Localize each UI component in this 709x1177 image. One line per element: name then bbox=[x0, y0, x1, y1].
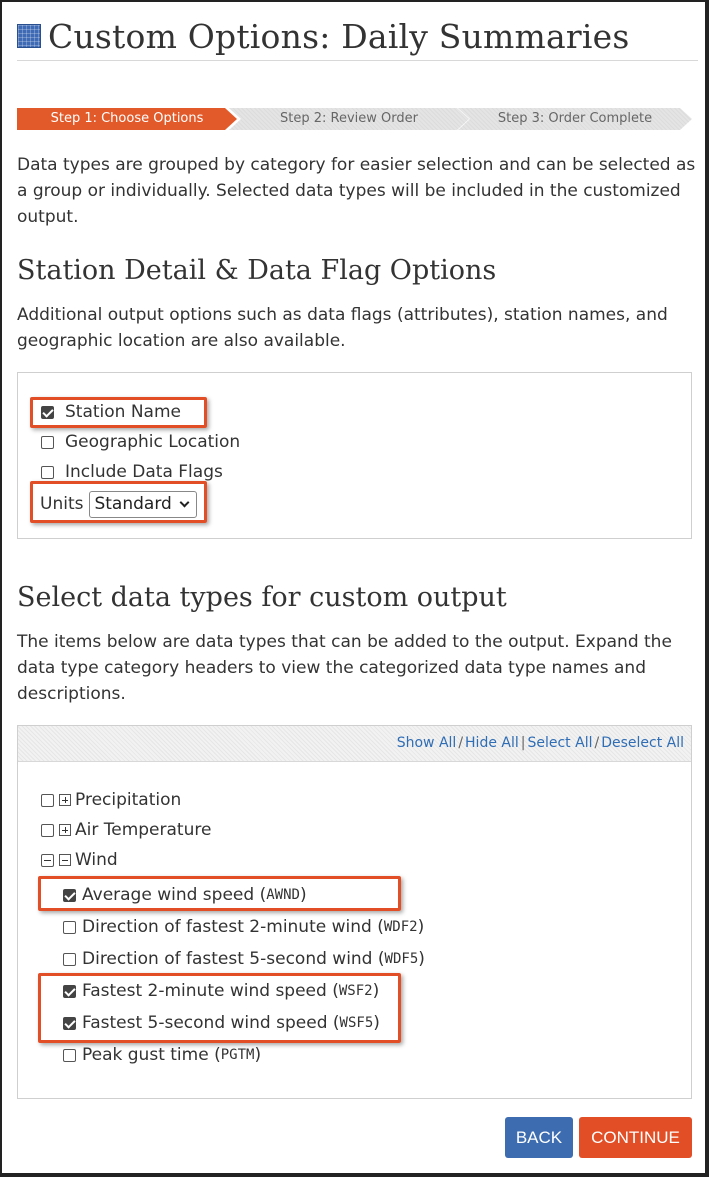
datatype-awnd[interactable]: Average wind speed (AWND) bbox=[63, 884, 307, 906]
datatype-code: WDF2 bbox=[383, 919, 418, 935]
category-label: Air Temperature bbox=[75, 820, 212, 840]
include-data-flags-option[interactable]: Include Data Flags bbox=[41, 461, 223, 483]
page-title: Custom Options: Daily Summaries bbox=[48, 16, 630, 56]
expand-plus-icon[interactable] bbox=[59, 824, 71, 836]
datatype-label: Direction of fastest 5-second wind bbox=[82, 949, 373, 969]
category-air-temperature[interactable]: Air Temperature bbox=[41, 819, 211, 841]
datatype-label: Peak gust time bbox=[82, 1045, 209, 1065]
step-choose-options: Step 1: Choose Options bbox=[17, 108, 237, 130]
include-data-flags-checkbox[interactable] bbox=[41, 465, 54, 479]
continue-button[interactable]: CONTINUE bbox=[579, 1117, 692, 1158]
datatype-label: Fastest 2-minute wind speed bbox=[82, 981, 327, 1001]
datatype-checkbox[interactable] bbox=[63, 1016, 76, 1030]
separator: / bbox=[458, 735, 464, 751]
station-name-checkbox[interactable] bbox=[41, 405, 54, 419]
grid-icon bbox=[17, 24, 41, 48]
deselect-all-link[interactable]: Deselect All bbox=[601, 735, 684, 751]
datatype-code: AWND bbox=[266, 887, 300, 903]
option-label: Include Data Flags bbox=[65, 462, 223, 482]
select-all-link[interactable]: Select All bbox=[527, 735, 592, 751]
option-label: Geographic Location bbox=[65, 432, 241, 452]
datatypes-section-description: The items below are data types that can … bbox=[17, 632, 672, 704]
intro-text: Data types are grouped by category for e… bbox=[17, 155, 696, 227]
step-review-order: Step 2: Review Order bbox=[229, 108, 469, 130]
page-title-row: Custom Options: Daily Summaries bbox=[17, 14, 630, 58]
units-select[interactable]: Standard bbox=[89, 490, 197, 518]
datatype-label: Direction of fastest 2-minute wind bbox=[82, 917, 372, 937]
datatypes-section-heading: Select data types for custom output bbox=[17, 582, 507, 613]
show-all-link[interactable]: Show All bbox=[397, 735, 457, 751]
category-label: Precipitation bbox=[75, 790, 182, 810]
datatype-pgtm[interactable]: Peak gust time (PGTM) bbox=[63, 1044, 261, 1066]
step-order-complete: Step 3: Order Complete bbox=[458, 108, 692, 130]
datatype-code: WDF5 bbox=[384, 951, 419, 967]
station-name-option[interactable]: Station Name bbox=[41, 401, 181, 423]
units-row: Units Standard bbox=[40, 489, 197, 519]
toolbar-links: Show All / Hide All | Select All / Deselect Al… bbox=[397, 735, 684, 751]
datatype-wsf5[interactable]: Fastest 5-second wind speed (WSF5) bbox=[63, 1012, 380, 1034]
hide-all-link[interactable]: Hide All bbox=[465, 735, 519, 751]
category-checkbox[interactable] bbox=[41, 823, 54, 837]
station-section-description: Additional output options such as data f… bbox=[17, 305, 668, 351]
datatypes-toolbar: Show All / Hide All | Select All / Deselect Al… bbox=[18, 726, 691, 762]
category-checkbox[interactable] bbox=[41, 793, 54, 807]
station-options-box: Station Name Geographic Location Include… bbox=[17, 372, 692, 539]
datatype-code: WSF2 bbox=[338, 983, 373, 999]
expand-plus-icon[interactable] bbox=[59, 794, 71, 806]
datatype-label: Average wind speed bbox=[82, 885, 255, 905]
datatype-code: WSF5 bbox=[339, 1015, 374, 1031]
category-precipitation[interactable]: Precipitation bbox=[41, 789, 181, 811]
separator: | bbox=[520, 735, 526, 751]
units-label: Units bbox=[40, 494, 84, 514]
progress-steps: Step 1: Choose Options Step 2: Review Or… bbox=[17, 108, 692, 130]
geographic-location-option[interactable]: Geographic Location bbox=[41, 431, 240, 453]
datatype-wdf2[interactable]: Direction of fastest 2-minute wind (WDF2… bbox=[63, 916, 424, 938]
title-divider bbox=[17, 60, 698, 61]
datatype-wsf2[interactable]: Fastest 2-minute wind speed (WSF2) bbox=[63, 980, 379, 1002]
datatype-checkbox[interactable] bbox=[63, 920, 76, 934]
category-wind[interactable]: Wind bbox=[41, 849, 118, 871]
datatype-wdf5[interactable]: Direction of fastest 5-second wind (WDF5… bbox=[63, 948, 425, 970]
category-checkbox[interactable] bbox=[41, 853, 54, 867]
datatype-checkbox[interactable] bbox=[63, 1048, 76, 1062]
units-selected-value: Standard bbox=[94, 494, 172, 514]
chevron-down-icon bbox=[179, 497, 190, 507]
geographic-location-checkbox[interactable] bbox=[41, 435, 54, 449]
station-section-heading: Station Detail & Data Flag Options bbox=[17, 255, 497, 286]
datatype-label: Fastest 5-second wind speed bbox=[82, 1013, 328, 1033]
datatype-checkbox[interactable] bbox=[63, 888, 76, 902]
datatype-checkbox[interactable] bbox=[63, 984, 76, 998]
back-button[interactable]: BACK bbox=[505, 1117, 573, 1158]
datatype-code: PGTM bbox=[220, 1047, 255, 1063]
datatypes-panel: Show All / Hide All | Select All / Deselect Al… bbox=[17, 725, 692, 1099]
option-label: Station Name bbox=[65, 402, 181, 422]
separator: / bbox=[594, 735, 600, 751]
datatype-checkbox[interactable] bbox=[63, 952, 76, 966]
category-label: Wind bbox=[75, 850, 118, 870]
collapse-minus-icon[interactable] bbox=[59, 854, 71, 866]
